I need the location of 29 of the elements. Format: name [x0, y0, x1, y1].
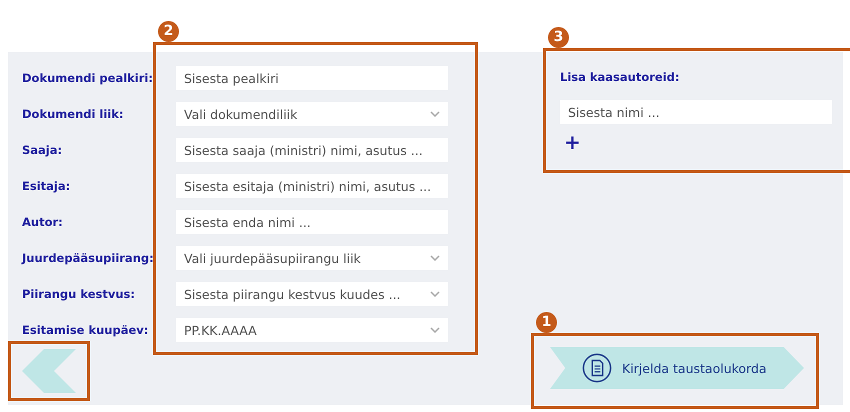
chevron-down-icon — [430, 111, 440, 117]
field-label: Dokumendi liik: — [22, 106, 125, 123]
field-label: Saaja: — [22, 142, 64, 159]
back-chevron-icon[interactable] — [22, 349, 76, 393]
document-icon — [582, 353, 612, 383]
field-label: Autor: — [22, 214, 64, 231]
dropdown-field[interactable]: Sisesta piirangu kestvus kuudes ... — [176, 282, 448, 306]
callout-number: 1 — [536, 312, 557, 333]
field-label: Juurdepääsupiirang: — [22, 250, 155, 267]
next-button[interactable]: Kirjelda taustaolukorda — [550, 347, 804, 389]
add-button[interactable]: + — [564, 134, 581, 150]
field-label: Esitamise kuupäev: — [22, 322, 150, 339]
chevron-down-icon — [430, 327, 440, 333]
dropdown-field[interactable]: Vali juurdepääsupiirangu liik — [176, 246, 448, 270]
callout-number: 3 — [548, 27, 569, 48]
section-label: Lisa kaasautoreid: — [560, 69, 680, 86]
field-label: Dokumendi pealkiri: — [22, 70, 154, 87]
dropdown-field[interactable]: Vali dokumendiliik — [176, 102, 448, 126]
dropdown-field[interactable]: PP.KK.AAAA — [176, 318, 448, 342]
input-field[interactable]: Sisesta saaja (ministri) nimi, asutus ... — [176, 138, 448, 162]
input-field[interactable]: Sisesta esitaja (ministri) nimi, asutus ... — [176, 174, 448, 198]
chevron-down-icon — [430, 291, 440, 297]
input-field[interactable]: Sisesta pealkiri — [176, 66, 448, 90]
callout-number: 2 — [158, 21, 179, 42]
chevron-down-icon — [430, 255, 440, 261]
field-label: Piirangu kestvus: — [22, 286, 136, 303]
field-label: Esitaja: — [22, 178, 72, 195]
input-field[interactable]: Sisesta nimi ... — [560, 100, 832, 124]
input-field[interactable]: Sisesta enda nimi ... — [176, 210, 448, 234]
